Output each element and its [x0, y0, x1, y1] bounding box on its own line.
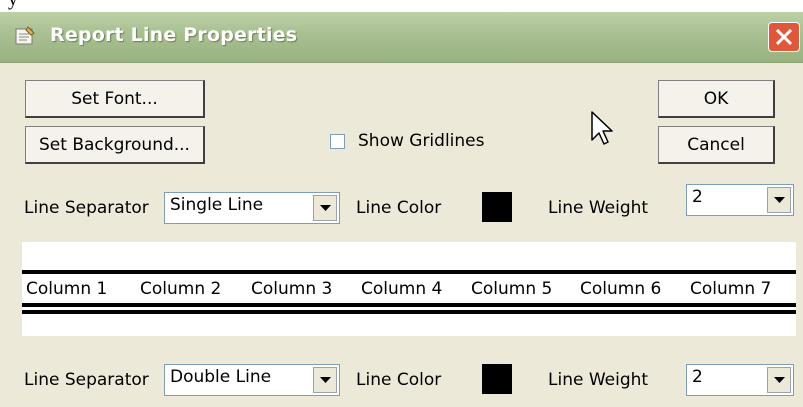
show-gridlines-checkbox[interactable]: [330, 134, 345, 149]
dropdown-button[interactable]: [767, 367, 791, 393]
set-background-button[interactable]: Set Background...: [25, 126, 205, 164]
dropdown-button[interactable]: [313, 367, 337, 393]
close-icon: [775, 28, 793, 46]
column-header: Column 2: [140, 279, 222, 299]
line-separator-value: Single Line: [170, 195, 264, 215]
chevron-down-icon: [320, 377, 331, 383]
line-color-label: Line Color: [356, 370, 442, 390]
double-line-separator-bottom: [22, 310, 796, 314]
background-text-fragment: y: [0, 0, 803, 12]
column-header: Column 3: [251, 279, 333, 299]
mouse-pointer-icon: [591, 111, 613, 145]
column-header: Column 5: [471, 279, 553, 299]
line-separator-select[interactable]: Double Line: [164, 364, 340, 396]
chevron-down-icon: [774, 197, 785, 203]
dropdown-button[interactable]: [767, 187, 791, 213]
dropdown-button[interactable]: [313, 195, 337, 221]
column-header: Column 1: [26, 279, 108, 299]
line-separator-label: Line Separator: [24, 198, 149, 218]
column-header: Column 4: [361, 279, 443, 299]
double-line-separator-top: [22, 303, 796, 307]
window-title: Report Line Properties: [50, 24, 298, 46]
show-gridlines-label: Show Gridlines: [358, 131, 485, 151]
column-header: Column 7: [690, 279, 772, 299]
line-separator-value: Double Line: [170, 367, 272, 387]
close-button[interactable]: [768, 22, 800, 52]
line-preview: Column 1 Column 2 Column 3 Column 4 Colu…: [22, 242, 796, 336]
single-line-separator: [22, 270, 796, 274]
line-weight-value: 2: [692, 187, 703, 207]
chevron-down-icon: [774, 377, 785, 383]
line-separator-select[interactable]: Single Line: [164, 192, 340, 224]
line-color-swatch[interactable]: [482, 192, 512, 222]
report-line-properties-dialog: Report Line Properties Set Font... Set B…: [0, 12, 803, 407]
line-color-swatch[interactable]: [482, 364, 512, 394]
cancel-button[interactable]: Cancel: [658, 126, 775, 164]
line-weight-label: Line Weight: [548, 198, 649, 218]
notepad-icon: [14, 26, 36, 46]
column-header: Column 6: [580, 279, 662, 299]
line-weight-label: Line Weight: [548, 370, 649, 390]
line-separator-label: Line Separator: [24, 370, 149, 390]
title-bar[interactable]: Report Line Properties: [0, 12, 803, 63]
set-font-button[interactable]: Set Font...: [25, 80, 205, 118]
line-color-label: Line Color: [356, 198, 442, 218]
line-weight-select[interactable]: 2: [686, 364, 794, 396]
line-weight-value: 2: [692, 367, 703, 387]
ok-button[interactable]: OK: [658, 80, 775, 118]
chevron-down-icon: [320, 205, 331, 211]
line-weight-select[interactable]: 2: [686, 184, 794, 216]
